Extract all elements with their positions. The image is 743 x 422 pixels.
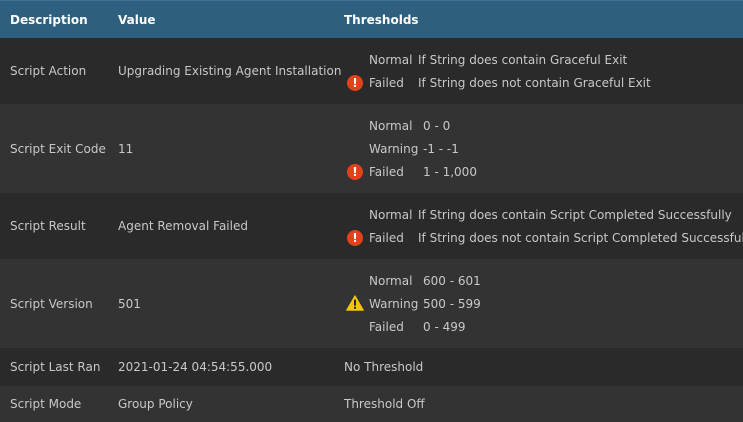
row-description: Script Action xyxy=(10,64,87,78)
threshold-value: 0 - 0 xyxy=(423,119,451,133)
threshold-label: Normal xyxy=(369,53,413,67)
row-description: Script Result xyxy=(10,219,86,233)
threshold-label: Failed xyxy=(369,76,404,90)
thresholds-table: Description Value Thresholds Script Acti… xyxy=(0,0,743,422)
threshold-label: Normal xyxy=(369,119,413,133)
error-icon: ! xyxy=(347,164,363,180)
row-description: Script Mode xyxy=(10,397,82,411)
threshold-warning: Warning -1 - -1 xyxy=(369,142,459,156)
header-value[interactable]: Value xyxy=(118,13,156,27)
threshold-label: Failed xyxy=(369,165,404,179)
table-row[interactable]: Script Action Upgrading Existing Agent I… xyxy=(0,38,743,104)
threshold-text: Threshold Off xyxy=(344,397,425,411)
threshold-warning: Warning 500 - 599 xyxy=(369,297,481,311)
threshold-normal: Normal 0 - 0 xyxy=(369,119,450,133)
threshold-failed: Failed If String does not contain Script … xyxy=(369,231,743,245)
header-description[interactable]: Description xyxy=(10,13,88,27)
row-description: Script Version xyxy=(10,297,93,311)
row-value: Agent Removal Failed xyxy=(118,219,248,233)
threshold-label: Normal xyxy=(369,274,413,288)
threshold-value: If String does contain Graceful Exit xyxy=(418,53,628,67)
threshold-normal: Normal If String does contain Graceful Ex… xyxy=(369,53,627,67)
threshold-text: No Threshold xyxy=(344,360,424,374)
threshold-value: 0 - 499 xyxy=(423,320,466,334)
threshold-value: 500 - 599 xyxy=(423,297,481,311)
threshold-label: Failed xyxy=(369,320,404,334)
table-row[interactable]: Script Last Ran 2021-01-24 04:54:55.000 … xyxy=(0,348,743,386)
threshold-label: Failed xyxy=(369,231,404,245)
table-row[interactable]: Script Exit Code 11 Normal 0 - 0 Warning -… xyxy=(0,104,743,193)
threshold-failed: Failed 1 - 1,000 xyxy=(369,165,477,179)
row-value: 501 xyxy=(118,297,141,311)
table-row[interactable]: Script Version 501 Normal 600 - 601 Warni… xyxy=(0,259,743,348)
row-value: 2021-01-24 04:54:55.000 xyxy=(118,360,273,374)
threshold-value: 1 - 1,000 xyxy=(423,165,477,179)
threshold-value: 600 - 601 xyxy=(423,274,481,288)
threshold-value: If String does contain Script Completed … xyxy=(418,208,732,222)
threshold-value: If String does not contain Graceful Exit xyxy=(418,76,651,90)
threshold-label: Normal xyxy=(369,208,413,222)
error-icon: ! xyxy=(347,75,363,91)
error-icon: ! xyxy=(347,230,363,246)
threshold-value: If String does not contain Script Comple… xyxy=(418,231,743,245)
row-value: 11 xyxy=(118,142,134,156)
threshold-normal: Normal 600 - 601 xyxy=(369,274,481,288)
table-row[interactable]: Script Result Agent Removal Failed Norma… xyxy=(0,193,743,259)
threshold-normal: Normal If String does contain Script Comp… xyxy=(369,208,732,222)
row-value: Upgrading Existing Agent Installation xyxy=(118,64,342,78)
threshold-failed: Failed If String does not contain Gracefu… xyxy=(369,76,651,90)
warning-icon xyxy=(346,295,364,311)
table-row[interactable]: Script Mode Group Policy Threshold Off xyxy=(0,386,743,422)
row-description: Script Exit Code xyxy=(10,142,106,156)
threshold-value: -1 - -1 xyxy=(423,142,459,156)
threshold-failed: Failed 0 - 499 xyxy=(369,320,466,334)
header-thresholds[interactable]: Thresholds xyxy=(344,13,419,27)
threshold-label: Warning xyxy=(369,297,419,311)
row-value: Group Policy xyxy=(118,397,193,411)
threshold-label: Warning xyxy=(369,142,419,156)
table-header: Description Value Thresholds xyxy=(0,0,743,38)
row-description: Script Last Ran xyxy=(10,360,101,374)
